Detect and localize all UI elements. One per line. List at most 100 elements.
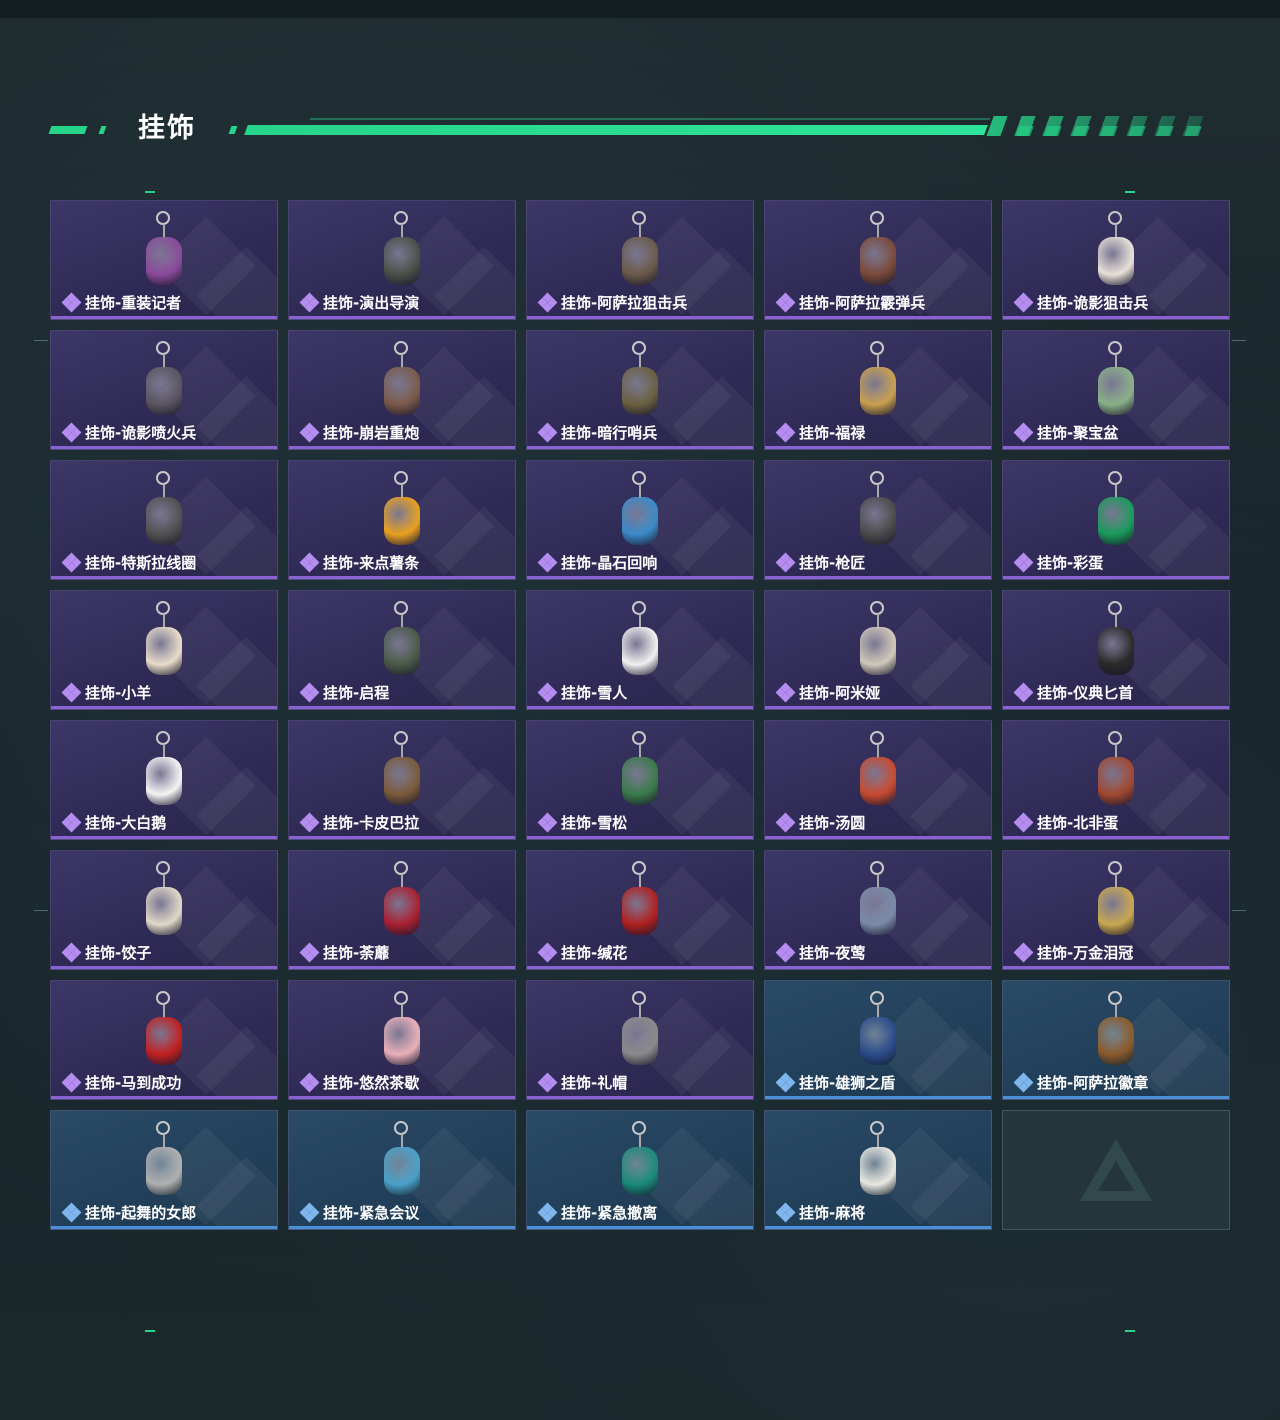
charm-ring-icon	[156, 211, 170, 225]
charm-card[interactable]: 挂饰-雪人	[526, 590, 754, 710]
charm-label: 挂饰-诡影狙击兵	[1013, 292, 1148, 313]
charm-image	[134, 341, 194, 423]
rarity-bar	[765, 836, 991, 839]
charm-name: 挂饰-北非蛋	[1037, 814, 1119, 832]
charm-body	[622, 887, 658, 935]
rarity-diamond-icon	[775, 682, 796, 702]
charm-body	[146, 497, 182, 545]
charm-ring-icon	[394, 1121, 408, 1135]
charm-card[interactable]: 挂饰-聚宝盆	[1002, 330, 1230, 450]
side-tick	[34, 910, 48, 911]
charm-image	[1086, 991, 1146, 1073]
charm-card[interactable]: 挂饰-晶石回响	[526, 460, 754, 580]
charm-ring-icon	[632, 211, 646, 225]
charm-card[interactable]: 挂饰-缄花	[526, 850, 754, 970]
charm-card[interactable]: 挂饰-仪典匕首	[1002, 590, 1230, 710]
charm-card[interactable]: 挂饰-北非蛋	[1002, 720, 1230, 840]
charm-image	[848, 601, 908, 683]
charm-ring-icon	[156, 731, 170, 745]
charm-image	[848, 1121, 908, 1203]
charm-card[interactable]: 挂饰-诡影狙击兵	[1002, 200, 1230, 320]
rarity-bar	[527, 316, 753, 319]
charm-body	[146, 627, 182, 675]
charm-card[interactable]: 挂饰-小羊	[50, 590, 278, 710]
charm-card[interactable]: 挂饰-枪匠	[764, 460, 992, 580]
charm-card[interactable]: 挂饰-阿萨拉徽章	[1002, 980, 1230, 1100]
charm-card[interactable]: 挂饰-礼帽	[526, 980, 754, 1100]
rarity-diamond-icon	[61, 812, 82, 832]
charm-card[interactable]: 挂饰-悠然茶歇	[288, 980, 516, 1100]
charm-card[interactable]: 挂饰-启程	[288, 590, 516, 710]
charm-card[interactable]: 挂饰-阿萨拉狙击兵	[526, 200, 754, 320]
charm-card[interactable]: 挂饰-来点薯条	[288, 460, 516, 580]
charm-label: 挂饰-聚宝盆	[1013, 422, 1118, 443]
charm-label: 挂饰-礼帽	[537, 1072, 627, 1093]
rarity-diamond-icon	[299, 292, 320, 312]
rarity-diamond-icon	[1013, 812, 1034, 832]
charm-card[interactable]: 挂饰-大白鹅	[50, 720, 278, 840]
charm-name: 挂饰-福禄	[799, 424, 866, 442]
rarity-diamond-icon	[1013, 422, 1034, 442]
charm-card[interactable]: 挂饰-演出导演	[288, 200, 516, 320]
charm-card[interactable]: 挂饰-彩蛋	[1002, 460, 1230, 580]
charm-string	[877, 614, 879, 628]
header-checker-pattern	[1002, 126, 1206, 136]
charm-body	[384, 627, 420, 675]
charm-card[interactable]: 挂饰-雄狮之盾	[764, 980, 992, 1100]
charm-image	[372, 991, 432, 1073]
charm-ring-icon	[632, 601, 646, 615]
charm-image	[134, 861, 194, 943]
charm-body	[384, 497, 420, 545]
rarity-diamond-icon	[61, 942, 82, 962]
charm-card[interactable]: 挂饰-雪松	[526, 720, 754, 840]
charm-card[interactable]: 挂饰-阿萨拉霰弹兵	[764, 200, 992, 320]
charm-label: 挂饰-演出导演	[299, 292, 419, 313]
charm-image	[1086, 211, 1146, 293]
rarity-bar	[1003, 576, 1229, 579]
rarity-diamond-icon	[537, 292, 558, 312]
charm-image	[372, 731, 432, 813]
rarity-diamond-icon	[61, 422, 82, 442]
charm-card[interactable]: 挂饰-马到成功	[50, 980, 278, 1100]
empty-slot	[1002, 1110, 1230, 1230]
charm-ring-icon	[394, 341, 408, 355]
charm-card[interactable]: 挂饰-紧急撤离	[526, 1110, 754, 1230]
charm-card[interactable]: 挂饰-重装记者	[50, 200, 278, 320]
charm-string	[877, 1004, 879, 1018]
charm-body	[860, 757, 896, 805]
charm-body	[622, 757, 658, 805]
charm-body	[860, 237, 896, 285]
charm-name: 挂饰-马到成功	[85, 1074, 182, 1092]
charm-label: 挂饰-仪典匕首	[1013, 682, 1133, 703]
charm-card[interactable]: 挂饰-起舞的女郎	[50, 1110, 278, 1230]
charm-card[interactable]: 挂饰-夜莺	[764, 850, 992, 970]
charm-card[interactable]: 挂饰-汤圆	[764, 720, 992, 840]
charm-card[interactable]: 挂饰-暗行哨兵	[526, 330, 754, 450]
rarity-bar	[289, 446, 515, 449]
rarity-diamond-icon	[775, 812, 796, 832]
charm-card[interactable]: 挂饰-特斯拉线圈	[50, 460, 278, 580]
charm-name: 挂饰-悠然茶歇	[323, 1074, 420, 1092]
charm-image	[372, 861, 432, 943]
charm-string	[877, 224, 879, 238]
rarity-diamond-icon	[299, 422, 320, 442]
charm-string	[401, 1134, 403, 1148]
charm-card[interactable]: 挂饰-麻将	[764, 1110, 992, 1230]
charm-string	[639, 874, 641, 888]
charm-card[interactable]: 挂饰-福禄	[764, 330, 992, 450]
charm-label: 挂饰-马到成功	[61, 1072, 182, 1093]
charm-card[interactable]: 挂饰-诡影喷火兵	[50, 330, 278, 450]
charm-label: 挂饰-荼蘼	[299, 942, 389, 963]
rarity-diamond-icon	[537, 942, 558, 962]
charm-label: 挂饰-特斯拉线圈	[61, 552, 196, 573]
charm-card[interactable]: 挂饰-荼蘼	[288, 850, 516, 970]
charm-card[interactable]: 挂饰-崩岩重炮	[288, 330, 516, 450]
charm-card[interactable]: 挂饰-饺子	[50, 850, 278, 970]
charm-card[interactable]: 挂饰-万金泪冠	[1002, 850, 1230, 970]
charm-body	[146, 237, 182, 285]
charm-string	[163, 614, 165, 628]
charm-card[interactable]: 挂饰-卡皮巴拉	[288, 720, 516, 840]
side-tick	[34, 340, 48, 341]
charm-card[interactable]: 挂饰-紧急会议	[288, 1110, 516, 1230]
charm-card[interactable]: 挂饰-阿米娅	[764, 590, 992, 710]
